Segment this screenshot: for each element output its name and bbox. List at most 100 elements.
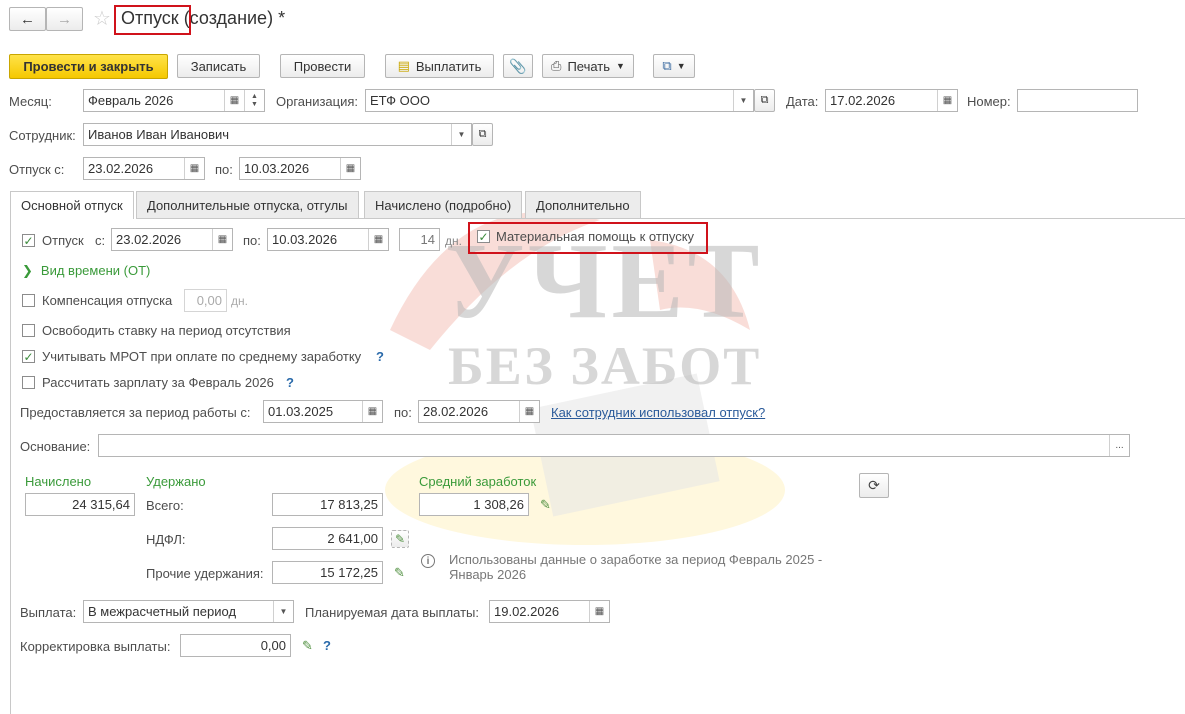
tab-accrued-detailed[interactable]: Начислено (подробно): [364, 191, 523, 218]
period-from-field[interactable]: 01.03.2025 ▦: [263, 400, 383, 423]
compensation-checkbox[interactable]: [22, 294, 35, 307]
pencil-icon[interactable]: ✎: [302, 638, 313, 654]
refresh-button[interactable]: ⟳: [859, 473, 889, 498]
payout-value: В межрасчетный период: [88, 604, 237, 619]
compensation-days-field[interactable]: 0,00: [184, 289, 227, 312]
leave-from-label: Отпуск с:: [9, 162, 65, 177]
basis-field[interactable]: ...: [98, 434, 1130, 457]
vacation-from-field[interactable]: 23.02.2026 ▦: [111, 228, 233, 251]
ndfl-edit-button[interactable]: ✎: [391, 530, 409, 548]
org-label: Организация:: [276, 94, 359, 109]
compensation-label: Компенсация отпуска: [42, 293, 173, 308]
info-text-2: Январь 2026: [449, 567, 527, 582]
save-button[interactable]: Записать: [177, 54, 260, 78]
mrot-checkbox[interactable]: ✓: [22, 350, 35, 363]
attach-button[interactable]: 📎: [503, 54, 533, 78]
planned-date-value: 19.02.2026: [494, 604, 560, 619]
org-value: ЕТФ ООО: [370, 93, 431, 108]
create-based-icon: ⧉: [662, 58, 672, 73]
other-field[interactable]: 15 172,25: [272, 561, 383, 584]
calendar-icon[interactable]: ▦: [340, 158, 360, 179]
mrot-label: Учитывать МРОТ при оплате по среднему за…: [42, 349, 362, 364]
leave-to-value: 10.03.2026: [244, 161, 310, 176]
calendar-icon[interactable]: ▦: [589, 601, 609, 622]
calendar-icon[interactable]: ▦: [519, 401, 539, 422]
correction-field[interactable]: 0,00: [180, 634, 291, 657]
stepper-icon[interactable]: ▲ ▼: [244, 90, 264, 111]
pay-button[interactable]: ▤ Выплатить: [385, 54, 494, 78]
employee-label: Сотрудник:: [9, 128, 76, 143]
planned-date-label: Планируемая дата выплаты:: [305, 605, 479, 620]
vacation-to-field[interactable]: 10.03.2026 ▦: [267, 228, 389, 251]
leave-from-value: 23.02.2026: [88, 161, 154, 176]
pay-icon: ▤: [397, 58, 410, 73]
employee-field[interactable]: Иванов Иван Иванович ▼: [83, 123, 472, 146]
other-label: Прочие удержания:: [146, 566, 264, 581]
avg-field[interactable]: 1 308,26: [419, 493, 529, 516]
time-type-link[interactable]: ❯ Вид времени (ОТ): [22, 263, 150, 279]
org-open-button[interactable]: ⧉: [754, 89, 775, 112]
date-label: Дата:: [786, 94, 819, 109]
tab-main-leave[interactable]: Основной отпуск: [10, 191, 134, 219]
org-field[interactable]: ЕТФ ООО ▼: [365, 89, 754, 112]
compensation-unit: дн.: [231, 294, 248, 308]
calendar-icon[interactable]: ▦: [937, 90, 957, 111]
payout-field[interactable]: В межрасчетный период ▼: [83, 600, 294, 623]
calendar-icon[interactable]: ▦: [362, 401, 382, 422]
select-ellipsis-icon[interactable]: ...: [1109, 435, 1129, 456]
calendar-icon[interactable]: ▦: [212, 229, 232, 250]
star-icon[interactable]: ☆: [93, 6, 111, 31]
pencil-icon: ✎: [394, 532, 406, 546]
total-field[interactable]: 17 813,25: [272, 493, 383, 516]
post-button[interactable]: Провести: [280, 54, 365, 78]
calendar-icon[interactable]: ▦: [368, 229, 388, 250]
correction-help-icon[interactable]: ?: [323, 638, 331, 653]
pencil-icon[interactable]: ✎: [394, 565, 405, 581]
calendar-icon[interactable]: ▦: [224, 90, 244, 111]
open-icon: ⧉: [478, 128, 487, 140]
basis-label: Основание:: [20, 439, 91, 454]
mrot-help-icon[interactable]: ?: [376, 349, 384, 364]
vacation-checkbox[interactable]: ✓: [22, 234, 35, 247]
title-rest: (создание) *: [183, 8, 286, 28]
pencil-icon[interactable]: ✎: [540, 497, 551, 513]
chevron-down-icon[interactable]: ▼: [451, 124, 471, 145]
accrued-field[interactable]: 24 315,64: [25, 493, 135, 516]
correction-label: Корректировка выплаты:: [20, 639, 171, 654]
leave-from-field[interactable]: 23.02.2026 ▦: [83, 157, 205, 180]
calc-salary-checkbox[interactable]: [22, 376, 35, 389]
period-to-value: 28.02.2026: [423, 404, 489, 419]
days-field[interactable]: 14: [399, 228, 440, 251]
period-from-value: 01.03.2025: [268, 404, 334, 419]
period-label: Предоставляется за период работы с:: [20, 405, 251, 420]
ndfl-field[interactable]: 2 641,00: [272, 527, 383, 550]
chevron-down-icon[interactable]: ▼: [273, 601, 293, 622]
arrow-left-icon: ←: [20, 10, 35, 28]
total-label: Всего:: [146, 498, 184, 513]
employee-open-button[interactable]: ⧉: [472, 123, 493, 146]
leave-to-field[interactable]: 10.03.2026 ▦: [239, 157, 361, 180]
planned-date-field[interactable]: 19.02.2026 ▦: [489, 600, 610, 623]
calendar-icon[interactable]: ▦: [184, 158, 204, 179]
material-aid-highlight: [468, 222, 708, 254]
number-field[interactable]: [1017, 89, 1138, 112]
free-rate-checkbox[interactable]: [22, 324, 35, 337]
chevron-right-icon: ❯: [22, 263, 33, 278]
month-field[interactable]: Февраль 2026 ▦ ▲ ▼: [83, 89, 265, 112]
tab-additional-leave[interactable]: Дополнительные отпуска, отгулы: [136, 191, 359, 218]
back-button[interactable]: ←: [9, 7, 46, 31]
more-actions-button[interactable]: ⧉ ▼: [653, 54, 695, 78]
watermark-line2: БЕЗ ЗАБОТ: [448, 336, 762, 396]
post-and-close-button[interactable]: Провести и закрыть: [9, 54, 168, 79]
period-to-field[interactable]: 28.02.2026 ▦: [418, 400, 540, 423]
calc-salary-help-icon[interactable]: ?: [286, 375, 294, 390]
chevron-down-icon: ▼: [676, 61, 686, 71]
tab-additional[interactable]: Дополнительно: [525, 191, 641, 218]
usage-link[interactable]: Как сотрудник использовал отпуск?: [551, 405, 765, 420]
chevron-down-icon[interactable]: ▼: [733, 90, 753, 111]
vacation-from-value: 23.02.2026: [116, 232, 182, 247]
print-button[interactable]: ⎙ Печать ▼: [542, 54, 634, 78]
forward-button[interactable]: →: [46, 7, 83, 31]
time-type-label: Вид времени (ОТ): [40, 263, 151, 278]
date-field[interactable]: 17.02.2026 ▦: [825, 89, 958, 112]
